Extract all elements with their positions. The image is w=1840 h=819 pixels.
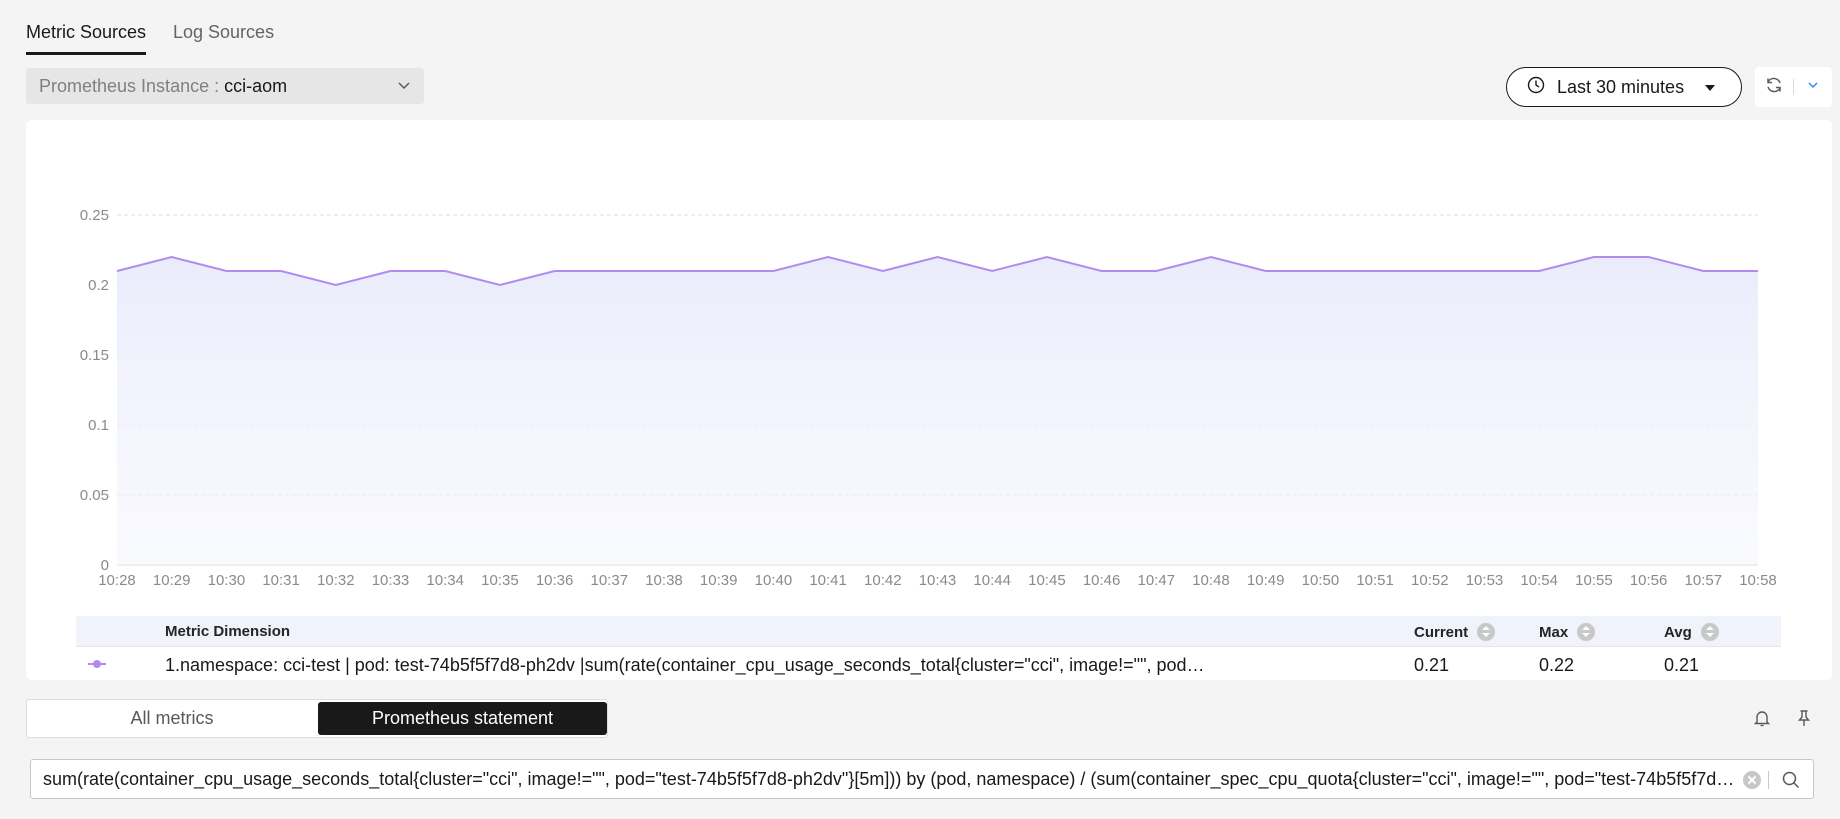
- x-tick-label: 10:51: [1356, 572, 1394, 589]
- x-tick-label: 10:57: [1685, 572, 1723, 589]
- x-tick-label: 10:32: [317, 572, 355, 589]
- prometheus-instance-select[interactable]: Prometheus Instance : cci-aom: [26, 68, 424, 104]
- sort-icon[interactable]: [1700, 623, 1719, 641]
- chevron-down-icon: [396, 77, 412, 98]
- legend-current-value: 0.21: [1414, 655, 1450, 675]
- divider: [1768, 771, 1769, 789]
- refresh-button[interactable]: [1755, 67, 1793, 107]
- x-tick-label: 10:31: [262, 572, 300, 589]
- prometheus-statement-option[interactable]: Prometheus statement: [318, 702, 607, 735]
- x-tick-label: 10:46: [1083, 572, 1121, 589]
- legend-header-current-label: Current: [1414, 623, 1469, 641]
- x-tick-label: 10:37: [591, 572, 629, 589]
- instance-select-value: cci-aom: [224, 75, 288, 96]
- legend-header-dimension: Metric Dimension: [165, 623, 291, 640]
- caret-down-icon: [1705, 85, 1715, 91]
- x-tick-label: 10:47: [1138, 572, 1176, 589]
- x-tick-label: 10:54: [1520, 572, 1558, 589]
- query-mode-switch: All metrics Prometheus statement: [26, 699, 608, 738]
- legend-series-name: 1.namespace: cci-test | pod: test-74b5f5…: [165, 655, 1215, 675]
- legend-header-max-label: Max: [1539, 623, 1569, 641]
- x-tick-label: 10:45: [1028, 572, 1066, 589]
- promql-query-input[interactable]: sum(rate(container_cpu_usage_seconds_tot…: [30, 759, 1814, 799]
- series-marker-icon: [88, 660, 106, 668]
- x-tick-label: 10:43: [919, 572, 957, 589]
- legend-header-avg[interactable]: Avg: [1664, 623, 1719, 641]
- pin-icon[interactable]: [1793, 707, 1815, 729]
- x-tick-label: 10:29: [153, 572, 191, 589]
- legend-header-avg-label: Avg: [1664, 623, 1692, 641]
- sort-icon[interactable]: [1477, 623, 1496, 641]
- x-tick-label: 10:30: [208, 572, 246, 589]
- time-range-select[interactable]: Last 30 minutes: [1506, 67, 1742, 107]
- refresh-group: [1755, 67, 1832, 107]
- chevron-down-icon: [1806, 78, 1820, 97]
- y-tick-label: 0.25: [80, 207, 109, 224]
- legend-max-value: 0.22: [1539, 655, 1575, 675]
- x-tick-label: 10:52: [1411, 572, 1449, 589]
- x-tick-label: 10:28: [98, 572, 136, 589]
- x-tick-label: 10:53: [1466, 572, 1504, 589]
- x-tick-label: 10:38: [645, 572, 683, 589]
- legend-avg-value: 0.21: [1664, 655, 1700, 675]
- sort-icon[interactable]: [1577, 623, 1596, 641]
- x-tick-label: 10:50: [1302, 572, 1340, 589]
- x-tick-label: 10:49: [1247, 572, 1285, 589]
- chart-card: 0 0.05 0.1 0.15 0.2 0.25 10:28 10:29 10:30 10:31 1…: [26, 120, 1832, 680]
- x-tick-label: 10:44: [973, 572, 1011, 589]
- search-icon[interactable]: [1781, 770, 1801, 795]
- legend-header-max[interactable]: Max: [1539, 623, 1596, 641]
- x-tick-label: 10:48: [1192, 572, 1230, 589]
- x-tick-label: 10:33: [372, 572, 410, 589]
- instance-select-label: Prometheus Instance :: [39, 75, 220, 96]
- x-tick-label: 10:40: [755, 572, 793, 589]
- y-tick-label: 0.2: [88, 277, 109, 294]
- legend-header: Metric Dimension Current Max Avg: [76, 616, 1781, 646]
- query-text[interactable]: sum(rate(container_cpu_usage_seconds_tot…: [43, 769, 1735, 790]
- legend-header-current[interactable]: Current: [1414, 623, 1496, 641]
- y-tick-label: 0.15: [80, 347, 109, 364]
- x-tick-label: 10:55: [1575, 572, 1613, 589]
- clock-icon: [1527, 76, 1545, 99]
- y-tick-label: 0.05: [80, 487, 109, 504]
- bell-icon[interactable]: [1751, 707, 1773, 729]
- metric-chart: 00.050.10.150.20.2510:28 10:29 10:30 10:31 1…: [80, 207, 1777, 589]
- clear-icon[interactable]: [1743, 771, 1761, 789]
- tab-metric-sources[interactable]: Metric Sources: [26, 22, 147, 55]
- x-tick-label: 10:35: [481, 572, 519, 589]
- x-tick-label: 10:36: [536, 572, 574, 589]
- x-tick-label: 10:56: [1630, 572, 1668, 589]
- series-area: [117, 257, 1758, 565]
- x-tick-label: 10:58: [1739, 572, 1777, 589]
- x-tick-label: 10:34: [426, 572, 464, 589]
- x-tick-label: 10:41: [809, 572, 847, 589]
- tab-log-sources[interactable]: Log Sources: [173, 22, 274, 43]
- time-range-label: Last 30 minutes: [1557, 76, 1685, 97]
- refresh-icon: [1764, 75, 1784, 100]
- y-tick-label: 0.1: [88, 417, 109, 434]
- x-tick-label: 10:42: [864, 572, 902, 589]
- refresh-options-button[interactable]: [1794, 67, 1832, 107]
- legend-row[interactable]: 1.namespace: cci-test | pod: test-74b5f5…: [76, 646, 1781, 680]
- x-tick-label: 10:39: [700, 572, 738, 589]
- all-metrics-option[interactable]: All metrics: [27, 700, 317, 737]
